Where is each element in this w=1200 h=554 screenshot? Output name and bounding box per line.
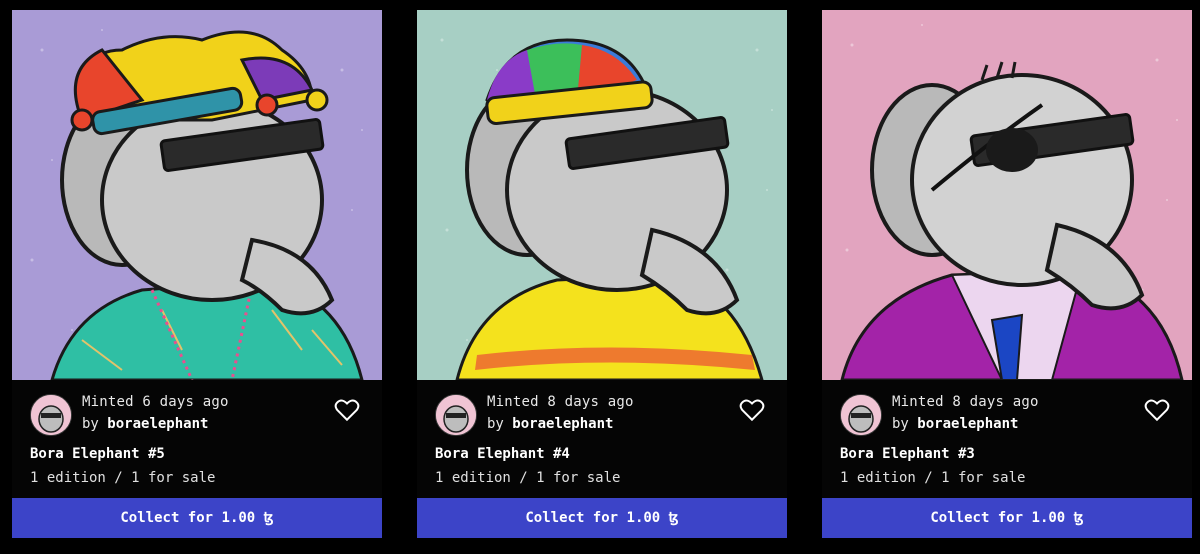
creator-avatar[interactable] xyxy=(435,394,477,436)
collect-button[interactable]: Collect for 1.00 ꜩ xyxy=(417,498,787,538)
creator-line: by boraelephant xyxy=(82,416,208,432)
heart-icon[interactable] xyxy=(739,398,765,422)
creator-avatar[interactable] xyxy=(840,394,882,436)
edition-info: 1 edition / 1 for sale xyxy=(840,470,1026,486)
elephant-eyepatch-suit-icon xyxy=(822,10,1192,380)
by-prefix: by xyxy=(892,416,909,432)
nft-title[interactable]: Bora Elephant #4 xyxy=(435,446,570,462)
nft-card: Minted 6 days ago by boraelephant Bora E… xyxy=(12,10,382,542)
elephant-beanie-icon xyxy=(417,10,787,380)
minted-time: Minted 8 days ago xyxy=(487,394,634,410)
nft-card-info: Minted 8 days ago by boraelephant Bora E… xyxy=(822,380,1192,498)
by-prefix: by xyxy=(487,416,504,432)
heart-icon[interactable] xyxy=(334,398,360,422)
elephant-jester-hat-icon xyxy=(12,10,382,380)
nft-title[interactable]: Bora Elephant #5 xyxy=(30,446,165,462)
creator-line: by boraelephant xyxy=(892,416,1018,432)
edition-info: 1 edition / 1 for sale xyxy=(435,470,621,486)
by-prefix: by xyxy=(82,416,99,432)
collect-button[interactable]: Collect for 1.00 ꜩ xyxy=(822,498,1192,538)
minted-time: Minted 6 days ago xyxy=(82,394,229,410)
nft-artwork[interactable] xyxy=(822,10,1192,380)
creator-avatar[interactable] xyxy=(30,394,72,436)
creator-name-link[interactable]: boraelephant xyxy=(512,416,613,432)
creator-line: by boraelephant xyxy=(487,416,613,432)
nft-card-info: Minted 6 days ago by boraelephant Bora E… xyxy=(12,380,382,498)
edition-info: 1 edition / 1 for sale xyxy=(30,470,216,486)
collect-button[interactable]: Collect for 1.00 ꜩ xyxy=(12,498,382,538)
nft-artwork[interactable] xyxy=(417,10,787,380)
heart-icon[interactable] xyxy=(1144,398,1170,422)
nft-card-info: Minted 8 days ago by boraelephant Bora E… xyxy=(417,380,787,498)
nft-card: Minted 8 days ago by boraelephant Bora E… xyxy=(822,10,1192,542)
nft-title[interactable]: Bora Elephant #3 xyxy=(840,446,975,462)
creator-name-link[interactable]: boraelephant xyxy=(917,416,1018,432)
nft-card-grid: Minted 6 days ago by boraelephant Bora E… xyxy=(0,0,1200,554)
nft-artwork[interactable] xyxy=(12,10,382,380)
minted-time: Minted 8 days ago xyxy=(892,394,1039,410)
nft-card: Minted 8 days ago by boraelephant Bora E… xyxy=(417,10,787,542)
creator-name-link[interactable]: boraelephant xyxy=(107,416,208,432)
